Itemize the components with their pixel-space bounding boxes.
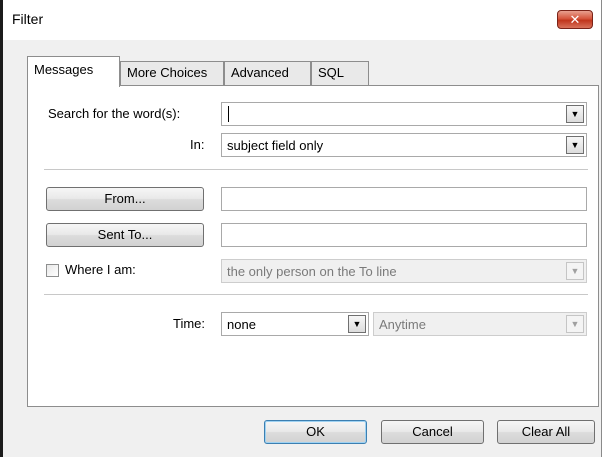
search-combo[interactable]: ▼ <box>221 102 587 126</box>
in-value: subject field only <box>227 138 324 153</box>
title-bar: Filter ✕ <box>3 0 601 40</box>
where-i-am-label[interactable]: Where I am: <box>65 262 136 277</box>
time-range-value: Anytime <box>379 317 426 332</box>
from-button[interactable]: From... <box>46 187 204 211</box>
chevron-down-icon: ▼ <box>566 262 584 280</box>
from-input[interactable] <box>221 187 587 211</box>
tab-more-choices[interactable]: More Choices <box>120 61 224 86</box>
in-label: In: <box>190 137 205 152</box>
chevron-down-icon: ▼ <box>566 315 584 333</box>
window-title: Filter <box>12 11 44 27</box>
ok-button[interactable]: OK <box>264 420 367 444</box>
time-label: Time: <box>173 316 206 331</box>
where-i-am-checkbox[interactable] <box>46 264 59 277</box>
where-i-am-value: the only person on the To line <box>227 264 397 279</box>
separator <box>44 294 588 296</box>
time-range-combo: Anytime ▼ <box>373 312 587 336</box>
sent-to-input[interactable] <box>221 223 587 247</box>
clear-all-button[interactable]: Clear All <box>497 420 595 444</box>
chevron-down-icon[interactable]: ▼ <box>348 315 366 333</box>
tab-advanced[interactable]: Advanced <box>224 61 311 86</box>
chevron-down-icon[interactable]: ▼ <box>566 136 584 154</box>
close-icon: ✕ <box>569 12 581 27</box>
search-label: Search for the word(s): <box>48 106 181 121</box>
chevron-down-icon[interactable]: ▼ <box>566 105 584 123</box>
tab-messages[interactable]: Messages <box>27 56 120 87</box>
tab-sql[interactable]: SQL <box>311 61 369 86</box>
time-value: none <box>227 317 256 332</box>
separator <box>44 169 588 171</box>
time-combo[interactable]: none ▼ <box>221 312 369 336</box>
text-cursor <box>228 106 229 122</box>
cancel-button[interactable]: Cancel <box>381 420 484 444</box>
where-i-am-combo: the only person on the To line ▼ <box>221 259 587 283</box>
messages-panel: Search for the word(s): ▼ In: subject fi… <box>27 85 599 407</box>
filter-dialog: Filter ✕ Messages More Choices Advanced … <box>0 0 602 457</box>
close-button[interactable]: ✕ <box>557 10 593 29</box>
sent-to-button[interactable]: Sent To... <box>46 223 204 247</box>
in-combo[interactable]: subject field only ▼ <box>221 133 587 157</box>
